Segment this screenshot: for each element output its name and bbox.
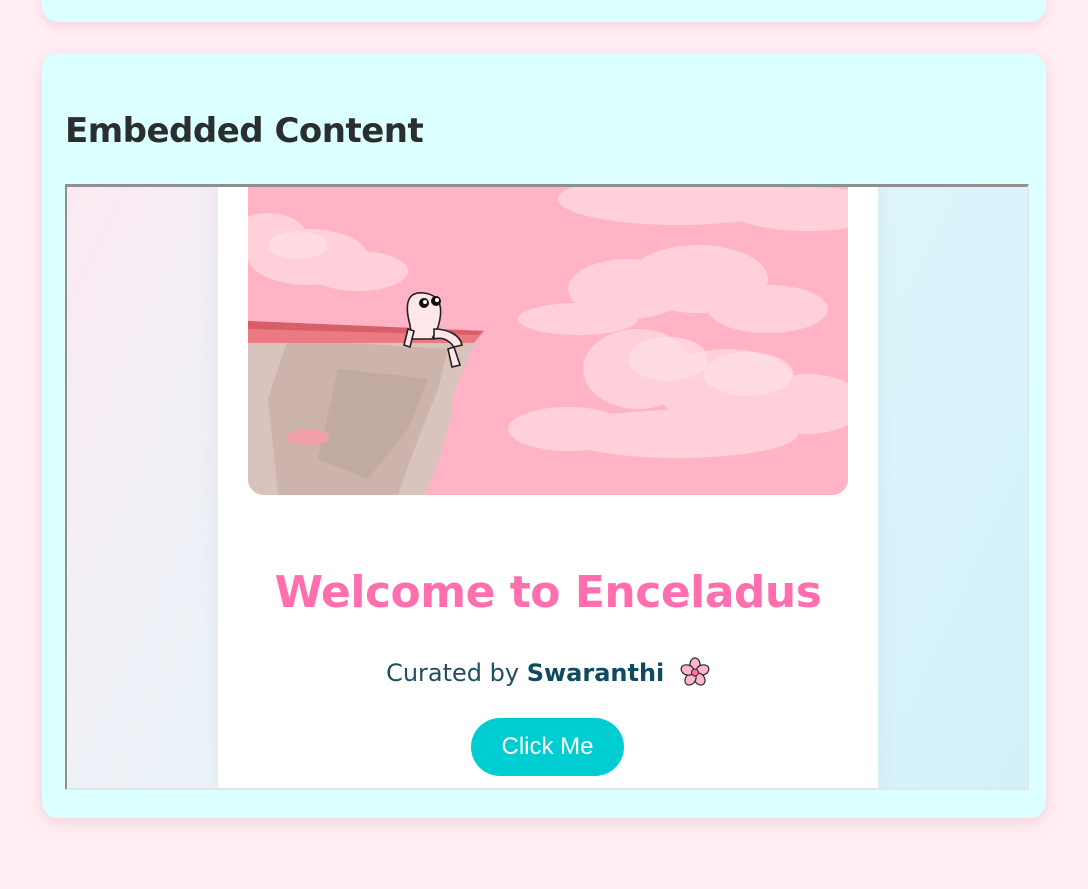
embedded-page-content: Welcome to Enceladus Curated by Swaranth… xyxy=(218,187,878,788)
previous-section-card xyxy=(42,0,1046,22)
curator-name: Swaranthi xyxy=(526,659,665,687)
embedded-iframe[interactable]: Welcome to Enceladus Curated by Swaranth… xyxy=(65,184,1029,790)
welcome-title: Welcome to Enceladus xyxy=(274,567,822,618)
curated-by-line: Curated by Swaranthi xyxy=(218,657,878,693)
curated-by-prefix: Curated by xyxy=(386,659,527,687)
embedded-content-section: Embedded Content Welcome to Enceladus Cu… xyxy=(42,53,1046,818)
hero-image xyxy=(248,187,848,495)
click-me-button[interactable]: Click Me xyxy=(471,718,624,776)
cherry-blossom-icon xyxy=(680,657,710,693)
section-title: Embedded Content xyxy=(65,111,424,151)
